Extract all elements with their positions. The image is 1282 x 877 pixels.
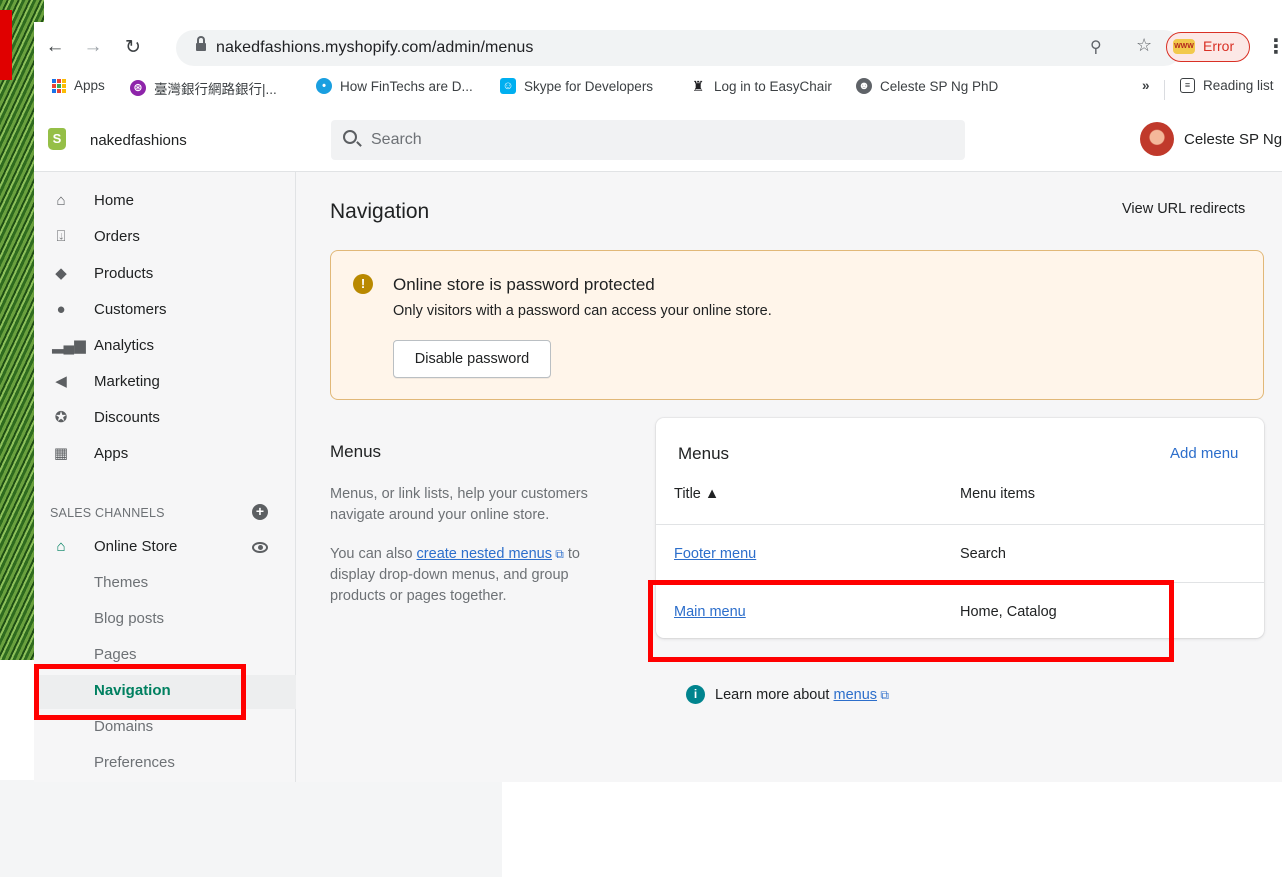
table-row: Footer menu Search — [656, 524, 1264, 582]
view-url-redirects-button[interactable]: View URL redirects — [1122, 201, 1245, 217]
apps-grid-icon — [52, 78, 66, 93]
bookmark-star-icon[interactable]: ☆ — [1136, 35, 1152, 56]
megaphone-icon: ◀ — [55, 373, 67, 390]
forward-icon[interactable]: → — [82, 36, 104, 58]
page-title: Navigation — [330, 200, 430, 223]
bank-icon: ⊛ — [130, 80, 146, 96]
profile-error-button[interactable]: WWW Error — [1166, 32, 1250, 62]
password-protected-banner: ! Online store is password protected Onl… — [330, 250, 1264, 400]
column-header-title[interactable]: Title ▲ — [674, 486, 719, 502]
add-channel-icon[interactable]: + — [252, 504, 268, 520]
apps-icon: ▦ — [53, 445, 69, 462]
discount-icon: ✪ — [54, 409, 68, 426]
celeste-icon: ☻ — [856, 78, 872, 94]
skype-icon: ☺ — [500, 78, 516, 94]
menus-description: Menus, or link lists, help your customer… — [330, 486, 588, 523]
create-nested-menus-link[interactable]: create nested menus — [417, 546, 552, 562]
sidebar-item-home[interactable]: ⌂ Home — [34, 185, 296, 219]
view-store-eye-icon[interactable] — [252, 542, 268, 553]
background-red-strip — [0, 10, 12, 80]
store-icon: ⌂ — [56, 538, 66, 555]
tag-icon: ◆ — [55, 265, 67, 282]
search-icon — [343, 130, 357, 144]
bookmark-skype[interactable]: ☺ Skype for Developers — [500, 78, 653, 94]
user-name[interactable]: Celeste SP Ng — [1184, 131, 1282, 148]
sales-channels-heading: SALES CHANNELS — [50, 506, 165, 520]
learn-more-footer: i Learn more about menus ⧉ — [686, 685, 889, 704]
reading-list-button[interactable]: ≡ Reading list — [1180, 78, 1274, 93]
sidebar-item-orders[interactable]: ⍗ Orders — [34, 221, 296, 255]
bookmark-easychair[interactable]: ♜ Log in to EasyChair — [690, 78, 832, 94]
info-icon: i — [686, 685, 705, 704]
disable-password-button[interactable]: Disable password — [393, 340, 551, 378]
bookmark-celeste[interactable]: ☻ Celeste SP Ng PhD — [856, 78, 998, 94]
profile-status-label: Error — [1203, 38, 1235, 54]
browser-menu-icon[interactable]: ⋮ — [1266, 34, 1282, 59]
sidebar-item-analytics[interactable]: ▂▄▆ Analytics — [34, 330, 296, 364]
store-name[interactable]: nakedfashions — [90, 132, 187, 149]
more-bookmarks-icon[interactable]: » — [1142, 78, 1150, 93]
sidebar-item-preferences[interactable]: Preferences — [34, 747, 296, 781]
reload-icon[interactable]: ↻ — [122, 36, 144, 59]
footer-menu-link[interactable]: Footer menu — [674, 546, 756, 562]
highlight-main-menu-row — [648, 580, 1174, 662]
orders-icon: ⍗ — [56, 228, 66, 245]
highlight-navigation — [34, 664, 246, 720]
bookmark-fintech[interactable]: • How FinTechs are D... — [316, 78, 473, 94]
sidebar-item-themes[interactable]: Themes — [34, 567, 296, 601]
sidebar-item-marketing[interactable]: ◀ Marketing — [34, 366, 296, 400]
shopify-logo-icon[interactable]: S — [48, 128, 66, 150]
sidebar-item-products[interactable]: ◆ Products — [34, 258, 296, 292]
url-text: nakedfashions.myshopify.com/admin/menus — [216, 39, 534, 56]
background-panel — [0, 780, 502, 877]
bookmark-bank[interactable]: ⊛ 臺灣銀行網路銀行|... — [130, 78, 277, 98]
home-icon: ⌂ — [56, 192, 66, 209]
back-icon[interactable]: ← — [44, 36, 66, 58]
nested-menus-description: You can also create nested menus ⧉ to di… — [330, 546, 580, 604]
menus-card-title: Menus — [678, 444, 730, 463]
profile-avatar-icon: WWW — [1173, 39, 1195, 54]
lock-icon — [196, 36, 206, 53]
menu-items-cell: Search — [960, 546, 1006, 562]
external-link-icon: ⧉ — [551, 547, 564, 561]
sidebar-item-discounts[interactable]: ✪ Discounts — [34, 402, 296, 436]
zoom-icon[interactable]: ⚲ — [1090, 37, 1102, 57]
address-bar[interactable]: nakedfashions.myshopify.com/admin/menus … — [176, 30, 1182, 66]
sidebar-item-blog-posts[interactable]: Blog posts — [34, 603, 296, 637]
search-input[interactable]: Search — [331, 120, 965, 160]
external-link-icon: ⧉ — [877, 687, 889, 702]
main-content: Navigation View URL redirects ! Online s… — [296, 172, 1282, 782]
add-menu-button[interactable]: Add menu — [1170, 445, 1238, 462]
search-placeholder: Search — [371, 131, 422, 148]
banner-body: Only visitors with a password can access… — [393, 303, 772, 319]
person-icon: ● — [56, 301, 66, 318]
banner-title: Online store is password protected — [393, 275, 655, 294]
column-header-menu-items: Menu items — [960, 486, 1035, 502]
menus-section-heading: Menus — [330, 442, 382, 461]
reading-list-icon: ≡ — [1180, 78, 1195, 93]
menus-help-link[interactable]: menus — [834, 687, 878, 703]
avatar[interactable] — [1140, 122, 1174, 156]
warning-icon: ! — [353, 274, 373, 294]
admin-topbar: S nakedfashions Search Celeste SP Ng — [34, 104, 1282, 172]
sidebar-item-apps[interactable]: ▦ Apps — [34, 438, 296, 472]
easychair-icon: ♜ — [691, 78, 705, 94]
bookmarks-divider — [1164, 80, 1165, 100]
bookmarks-bar: Apps ⊛ 臺灣銀行網路銀行|... • How FinTechs are D… — [34, 74, 1282, 104]
browser-chrome: ← → ↻ nakedfashions.myshopify.com/admin/… — [34, 22, 1282, 104]
fintech-icon: • — [316, 78, 332, 94]
bookmark-apps[interactable]: Apps — [52, 78, 105, 93]
bar-chart-icon: ▂▄▆ — [52, 337, 86, 354]
sidebar-item-customers[interactable]: ● Customers — [34, 294, 296, 328]
